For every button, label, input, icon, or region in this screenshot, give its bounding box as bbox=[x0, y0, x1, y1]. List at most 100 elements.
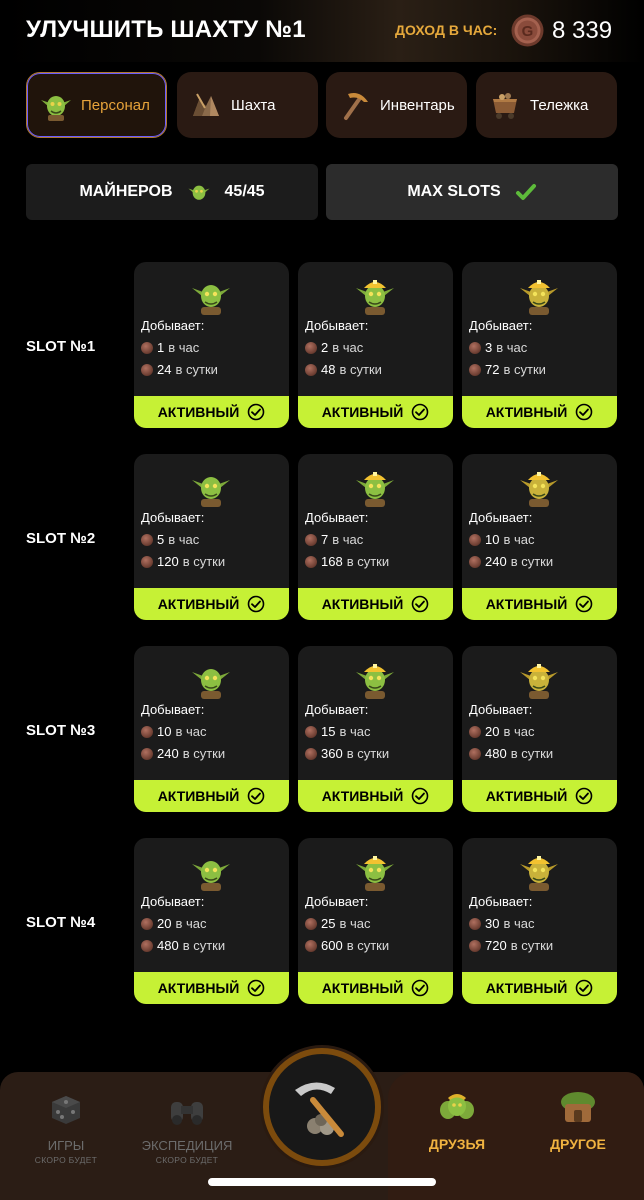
per-hour-row: 30 в час bbox=[469, 916, 535, 931]
nav-expedition-label: ЭКСПЕДИЦИЯ bbox=[141, 1138, 233, 1153]
nav-expedition[interactable]: ЭКСПЕДИЦИЯ СКОРО БУДЕТ bbox=[132, 1088, 242, 1165]
miner-card[interactable]: Добывает: 5 в час 120 в сутки АКТИВНЫЙ bbox=[134, 454, 289, 620]
miner-card[interactable]: Добывает: 25 в час 600 в сутки АКТИВНЫЙ bbox=[298, 838, 453, 1004]
per-day-unit: в сутки bbox=[346, 554, 390, 569]
per-hour-row: 25 в час bbox=[305, 916, 371, 931]
active-status-button[interactable]: АКТИВНЫЙ bbox=[462, 780, 617, 812]
miner-card[interactable]: Добывает: 10 в час 240 в сутки АКТИВНЫЙ bbox=[462, 454, 617, 620]
status-label: АКТИВНЫЙ bbox=[321, 980, 404, 996]
active-status-button[interactable]: АКТИВНЫЙ bbox=[134, 588, 289, 620]
nav-games[interactable]: ИГРЫ СКОРО БУДЕТ bbox=[16, 1088, 116, 1165]
per-day-value: 48 bbox=[321, 362, 336, 377]
check-circle-icon bbox=[575, 595, 593, 613]
goblin-miner-icon bbox=[520, 664, 558, 699]
mines-label: Добывает: bbox=[305, 318, 369, 333]
per-day-row: 360 в сутки bbox=[305, 746, 389, 761]
copper-coin-icon bbox=[469, 555, 481, 568]
mines-label: Добывает: bbox=[141, 702, 205, 717]
per-hour-row: 1в час bbox=[141, 340, 199, 355]
mine-cart-icon bbox=[493, 93, 517, 119]
per-hour-value: 15 bbox=[321, 724, 336, 739]
status-label: АКТИВНЫЙ bbox=[485, 596, 568, 612]
per-day-unit: в сутки bbox=[182, 746, 226, 761]
miner-card[interactable]: Добывает: 2 в час 48 в сутки АКТИВНЫЙ bbox=[298, 262, 453, 428]
miner-card[interactable]: Добывает: 1 в час 24 в сутки АКТИВНЫЙ bbox=[134, 262, 289, 428]
home-indicator[interactable] bbox=[208, 1178, 436, 1186]
miner-card[interactable]: Добывает: 10 в час 240 в сутки АКТИВНЫЙ bbox=[134, 646, 289, 812]
pickaxe-icon bbox=[344, 93, 368, 120]
per-day-unit: в сутки bbox=[175, 362, 218, 377]
miner-card[interactable]: Добывает: 3 в час 72 в сутки АКТИВНЫЙ bbox=[462, 262, 617, 428]
status-label: АКТИВНЫЙ bbox=[485, 404, 568, 420]
active-status-button[interactable]: АКТИВНЫЙ bbox=[134, 972, 289, 1004]
copper-coin-icon bbox=[141, 747, 153, 760]
active-status-button[interactable]: АКТИВНЫЙ bbox=[298, 396, 453, 428]
copper-coin-icon bbox=[305, 533, 317, 546]
per-hour-unit: в час bbox=[339, 724, 371, 739]
copper-coin-icon bbox=[141, 341, 153, 354]
slot-label: SLOT №1 bbox=[26, 338, 96, 355]
per-day-row: 240 в сутки bbox=[469, 554, 553, 569]
per-day-unit: в сутки bbox=[182, 938, 226, 953]
check-circle-icon bbox=[411, 787, 429, 805]
check-circle-icon bbox=[575, 787, 593, 805]
nav-games-sub: СКОРО БУДЕТ bbox=[34, 1155, 98, 1165]
nav-expedition-sub: СКОРО БУДЕТ bbox=[155, 1155, 219, 1165]
active-status-button[interactable]: АКТИВНЫЙ bbox=[298, 588, 453, 620]
active-status-button[interactable]: АКТИВНЫЙ bbox=[462, 396, 617, 428]
per-hour-unit: в час bbox=[175, 916, 207, 931]
goblin-miner-icon bbox=[356, 280, 394, 315]
miner-card[interactable]: Добывает: 7 в час 168 в сутки АКТИВНЫЙ bbox=[298, 454, 453, 620]
miner-card[interactable]: Добывает: 20 в час 480 в сутки АКТИВНЫЙ bbox=[134, 838, 289, 1004]
active-status-button[interactable]: АКТИВНЫЙ bbox=[462, 588, 617, 620]
active-status-button[interactable]: АКТИВНЫЙ bbox=[298, 972, 453, 1004]
miner-card[interactable]: Добывает: 20 в час 480 в сутки АКТИВНЫЙ bbox=[462, 646, 617, 812]
per-day-unit: в сутки bbox=[510, 938, 554, 953]
per-day-row: 24 в сутки bbox=[141, 362, 218, 377]
per-hour-unit: в час bbox=[332, 532, 364, 547]
goblin-miner-icon bbox=[356, 856, 394, 891]
active-status-button[interactable]: АКТИВНЫЙ bbox=[134, 780, 289, 812]
tab-personnel[interactable]: Персонал bbox=[26, 72, 167, 138]
tab-inventory[interactable]: Инвентарь bbox=[326, 72, 467, 138]
per-hour-row: 15 в час bbox=[305, 724, 371, 739]
tab-mine[interactable]: Шахта bbox=[177, 72, 318, 138]
active-status-button[interactable]: АКТИВНЫЙ bbox=[462, 972, 617, 1004]
income-label: ДОХОД В ЧАС: bbox=[395, 22, 498, 38]
goblin-miner-icon bbox=[192, 477, 230, 507]
per-hour-unit: в час bbox=[175, 724, 207, 739]
check-circle-icon bbox=[247, 787, 265, 805]
copper-coin-icon bbox=[141, 917, 153, 930]
check-circle-icon bbox=[247, 595, 265, 613]
max-slots-button[interactable]: MAX SLOTS bbox=[326, 164, 618, 220]
status-label: АКТИВНЫЙ bbox=[321, 596, 404, 612]
nav-other[interactable]: ДРУГОЕ bbox=[533, 1086, 623, 1152]
ore-pile-icon bbox=[193, 93, 219, 116]
copper-coin-icon: G bbox=[511, 14, 544, 47]
per-hour-value: 30 bbox=[485, 916, 500, 931]
active-status-button[interactable]: АКТИВНЫЙ bbox=[134, 396, 289, 428]
per-hour-row: 5в час bbox=[141, 532, 199, 547]
per-day-row: 120 в сутки bbox=[141, 554, 225, 569]
dice-icon bbox=[52, 1096, 80, 1124]
miner-card[interactable]: Добывает: 15 в час 360 в сутки АКТИВНЫЙ bbox=[298, 646, 453, 812]
nav-friends[interactable]: ДРУЗЬЯ bbox=[412, 1086, 502, 1152]
copper-coin-icon bbox=[141, 363, 153, 376]
tab-cart[interactable]: Тележка bbox=[476, 72, 617, 138]
check-circle-icon bbox=[247, 403, 265, 421]
miner-card[interactable]: Добывает: 30 в час 720 в сутки АКТИВНЫЙ bbox=[462, 838, 617, 1004]
mine-center-button[interactable] bbox=[263, 1048, 381, 1166]
per-day-value: 120 bbox=[157, 554, 179, 569]
copper-coin-icon bbox=[305, 917, 317, 930]
per-day-row: 600 в сутки bbox=[305, 938, 389, 953]
copper-coin-icon bbox=[141, 939, 153, 952]
copper-coin-icon bbox=[305, 363, 317, 376]
check-circle-icon bbox=[411, 595, 429, 613]
max-slots-label: MAX SLOTS bbox=[407, 183, 501, 200]
mines-label: Добывает: bbox=[469, 318, 533, 333]
per-day-row: 240 в сутки bbox=[141, 746, 225, 761]
per-hour-row: 20 в час bbox=[141, 916, 207, 931]
per-day-value: 480 bbox=[157, 938, 179, 953]
active-status-button[interactable]: АКТИВНЫЙ bbox=[298, 780, 453, 812]
page-title: УЛУЧШИТЬ ШАХТУ №1 bbox=[26, 16, 306, 43]
